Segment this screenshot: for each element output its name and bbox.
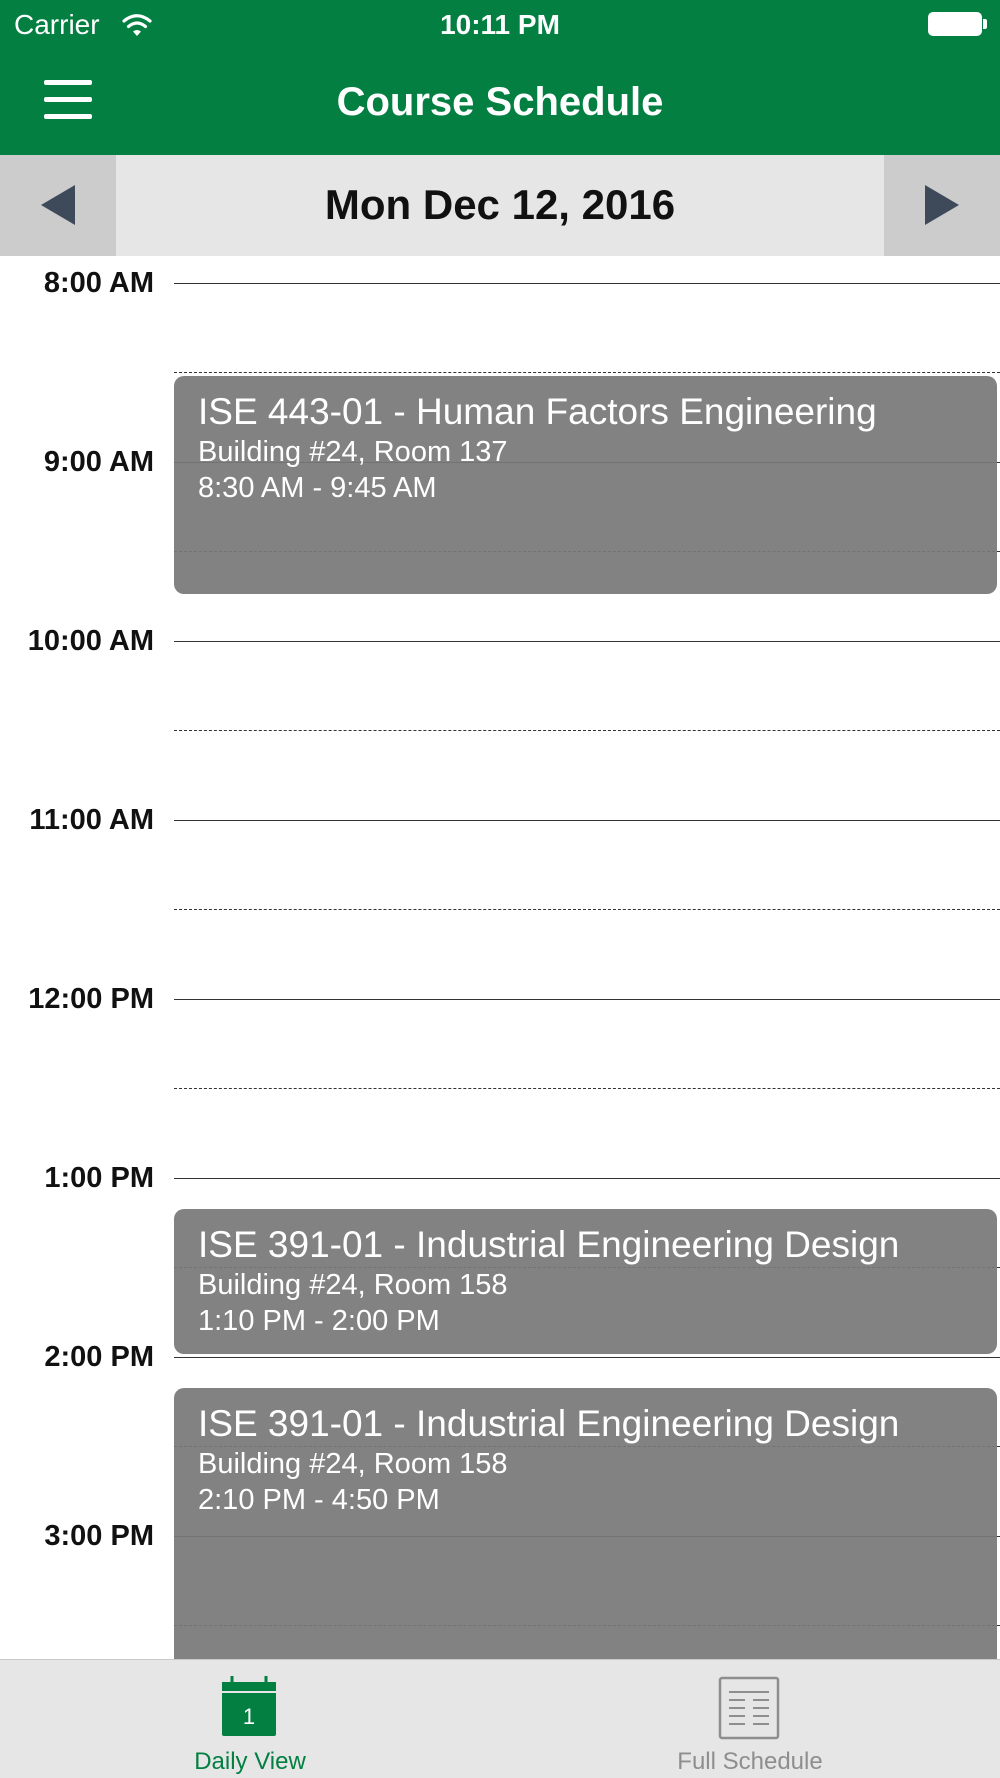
hour-gridline (174, 1178, 1000, 1179)
status-bar: Carrier 10:11 PM (0, 0, 1000, 50)
event-time: 2:10 PM - 4:50 PM (198, 1484, 440, 1516)
hour-gridline (174, 1357, 1000, 1358)
next-day-button[interactable] (884, 155, 1000, 256)
hour-label: 9:00 AM (43, 446, 154, 478)
event-location: Building #24, Room 158 (198, 1448, 508, 1480)
top-bar: Carrier 10:11 PM Course Schedule (0, 0, 1000, 155)
event-location: Building #24, Room 158 (198, 1269, 508, 1301)
day-timeline[interactable]: 8:00 AM 9:00 AM 10:00 AM 11:00 AM 12:00 … (0, 256, 1000, 1659)
course-event[interactable]: ISE 443-01 - Human Factors Engineering B… (174, 376, 997, 594)
event-time: 8:30 AM - 9:45 AM (198, 472, 437, 504)
event-location: Building #24, Room 137 (198, 436, 508, 468)
tab-bar: 1 Daily View Full Schedule (0, 1659, 1000, 1778)
hour-label: 10:00 AM (27, 625, 154, 657)
calendar-day-number: 1 (243, 1704, 255, 1729)
half-hour-gridline (174, 909, 1000, 910)
hour-label: 2:00 PM (44, 1341, 154, 1373)
hour-label: 1:00 PM (44, 1162, 154, 1194)
hour-gridline (174, 999, 1000, 1000)
status-time: 10:11 PM (440, 9, 560, 40)
tab-daily-view[interactable]: 1 Daily View (0, 1660, 500, 1778)
calendar-icon: 1 (222, 1676, 276, 1736)
hour-label: 11:00 AM (29, 804, 154, 836)
hour-label: 8:00 AM (43, 267, 154, 299)
hour-gridline (174, 283, 1000, 284)
tab-label: Daily View (194, 1748, 306, 1775)
event-title: ISE 391-01 - Industrial Engineering Desi… (198, 1403, 900, 1444)
hour-gridline (174, 641, 1000, 642)
course-event[interactable]: ISE 391-01 - Industrial Engineering Desi… (174, 1388, 997, 1659)
hour-label: 3:00 PM (44, 1520, 154, 1552)
half-hour-gridline (174, 1088, 1000, 1089)
tab-full-schedule[interactable]: Full Schedule (500, 1660, 1000, 1778)
page-title: Course Schedule (336, 80, 664, 124)
hour-gridline (174, 820, 1000, 821)
arrow-left-icon (41, 185, 75, 225)
date-navigator: Mon Dec 12, 2016 (0, 155, 1000, 256)
half-hour-gridline (174, 730, 1000, 731)
battery-icon (928, 12, 982, 36)
event-time: 1:10 PM - 2:00 PM (198, 1305, 440, 1337)
event-title: ISE 391-01 - Industrial Engineering Desi… (198, 1224, 900, 1265)
course-event[interactable]: ISE 391-01 - Industrial Engineering Desi… (174, 1209, 997, 1354)
list-icon (718, 1676, 780, 1740)
hour-label: 12:00 PM (28, 983, 154, 1015)
tab-label: Full Schedule (677, 1748, 823, 1775)
current-date: Mon Dec 12, 2016 (324, 181, 676, 228)
battery-tip (983, 19, 987, 29)
previous-day-button[interactable] (0, 155, 116, 256)
half-hour-gridline (174, 372, 1000, 373)
arrow-right-icon (925, 185, 959, 225)
event-title: ISE 443-01 - Human Factors Engineering (198, 391, 877, 432)
